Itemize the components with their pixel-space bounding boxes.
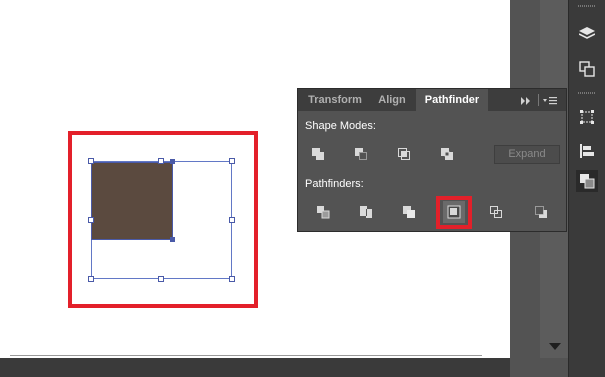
tab-pathfinder[interactable]: Pathfinder (416, 89, 488, 111)
right-icon-dock (568, 0, 605, 377)
collapse-panel-icon[interactable] (520, 94, 532, 112)
anchor-point[interactable] (170, 159, 175, 164)
exclude-icon[interactable] (436, 143, 458, 165)
panel-tab-bar: Transform Align Pathfinder (298, 89, 566, 111)
pathfinders-label: Pathfinders: (305, 178, 364, 190)
handle-middle-left[interactable] (88, 217, 94, 223)
handle-top-left[interactable] (88, 158, 94, 164)
handle-top-right[interactable] (229, 158, 235, 164)
tab-transform[interactable]: Transform (302, 89, 368, 111)
crop-icon[interactable] (443, 201, 465, 223)
artboard-edge (10, 355, 482, 356)
intersect-icon[interactable] (393, 143, 415, 165)
trim-icon[interactable] (355, 201, 377, 223)
handle-bottom-right[interactable] (229, 276, 235, 282)
anchor-point[interactable] (170, 237, 175, 242)
tab-divider (538, 94, 539, 106)
scroll-down-icon[interactable] (549, 343, 561, 350)
layers-icon[interactable] (576, 23, 598, 45)
transform-icon[interactable] (576, 106, 598, 128)
handle-top-middle[interactable] (158, 158, 164, 164)
handle-bottom-left[interactable] (88, 276, 94, 282)
artboards-icon[interactable] (576, 58, 598, 80)
dock-grip[interactable] (578, 92, 596, 94)
brown-square-shape[interactable] (91, 162, 173, 240)
align-icon[interactable] (576, 140, 598, 162)
expand-button[interactable]: Expand (494, 145, 560, 164)
outline-icon[interactable] (485, 201, 507, 223)
pathfinder-icon[interactable] (576, 170, 598, 192)
merge-icon[interactable] (398, 201, 420, 223)
tab-align[interactable]: Align (370, 89, 414, 111)
dock-grip[interactable] (578, 5, 596, 7)
minus-front-icon[interactable] (350, 143, 372, 165)
panel-menu-icon[interactable] (543, 94, 557, 112)
shape-modes-label: Shape Modes: (305, 120, 376, 132)
unite-icon[interactable] (307, 143, 329, 165)
minus-back-icon[interactable] (530, 201, 552, 223)
handle-middle-right[interactable] (229, 217, 235, 223)
horizontal-scrollbar[interactable] (0, 358, 540, 377)
divide-icon[interactable] (312, 201, 334, 223)
handle-bottom-middle[interactable] (158, 276, 164, 282)
pathfinder-panel: Transform Align Pathfinder Shape Modes: … (297, 88, 567, 232)
